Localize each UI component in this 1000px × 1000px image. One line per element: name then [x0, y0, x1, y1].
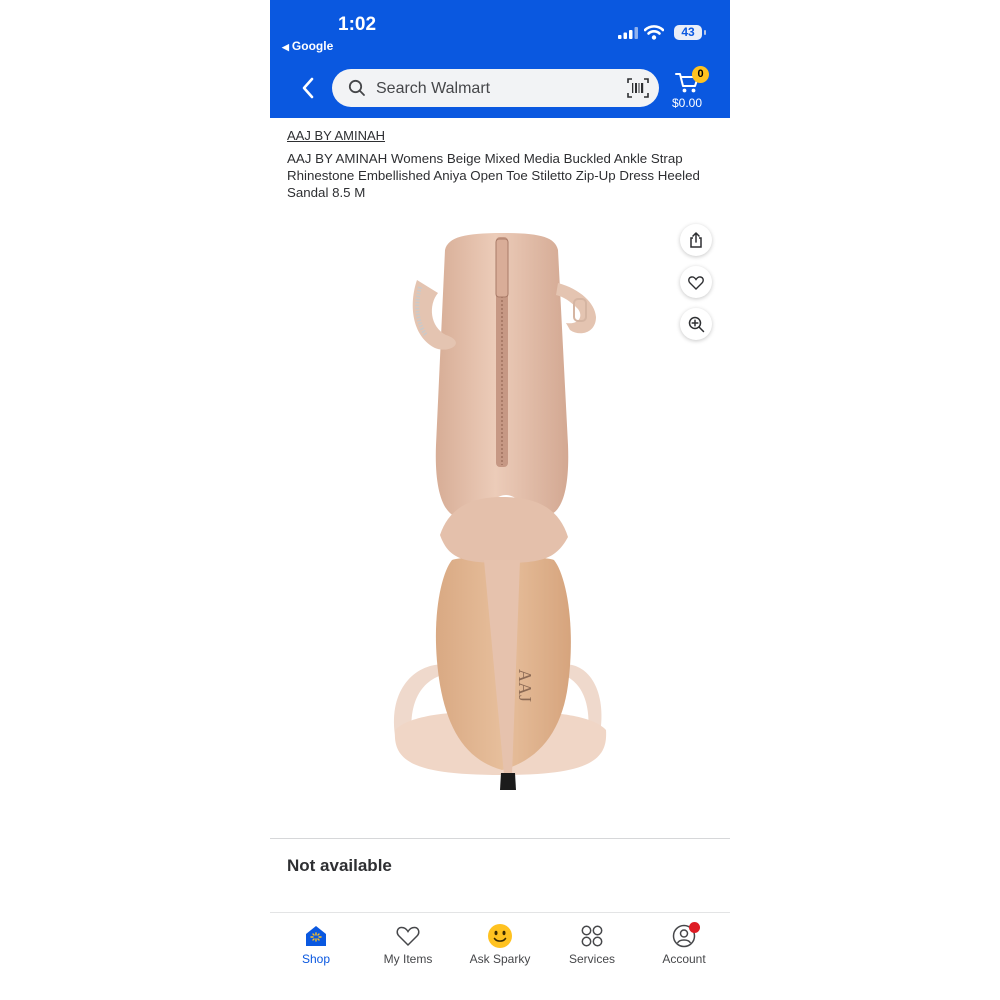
nav-shop[interactable]: Shop [270, 923, 362, 966]
heart-icon [688, 275, 704, 290]
availability-status: Not available [287, 856, 392, 875]
barcode-scan-icon[interactable] [627, 78, 649, 98]
bottom-nav: Shop My Items Ask Sparky Services Accoun… [270, 913, 730, 1000]
status-time: 1:02 [338, 14, 377, 35]
nav-account[interactable]: Account [638, 922, 730, 966]
heart-icon [396, 926, 420, 947]
back-to-app-link[interactable]: ◀ Google [282, 39, 333, 53]
zoom-in-icon [688, 316, 704, 332]
cellular-signal-icon [618, 27, 638, 39]
sparky-icon [488, 924, 512, 948]
product-image-area[interactable]: AAJ [270, 215, 730, 830]
cart-total: $0.00 [672, 96, 703, 110]
product-image: AAJ [394, 233, 607, 790]
shop-icon [306, 926, 326, 946]
battery-indicator: 43 [674, 25, 702, 40]
favorite-button[interactable] [680, 266, 712, 298]
section-divider [270, 838, 730, 839]
brand-link[interactable]: AAJ BY AMINAH [287, 128, 385, 143]
nav-ask-sparky-label: Ask Sparky [469, 952, 531, 966]
cart-count-badge: 0 [692, 66, 709, 83]
nav-my-items[interactable]: My Items [362, 923, 454, 966]
nav-my-items-label: My Items [383, 952, 433, 966]
nav-ask-sparky[interactable]: Ask Sparky [454, 923, 546, 966]
wifi-icon [644, 25, 664, 40]
search-icon [348, 79, 365, 96]
sole-logo: AAJ [515, 669, 535, 702]
zoom-button[interactable] [680, 308, 712, 340]
nav-services-label: Services [568, 952, 615, 966]
search-bar[interactable] [332, 69, 659, 107]
cart-button[interactable]: 0 $0.00 [670, 66, 710, 112]
nav-shop-label: Shop [301, 952, 331, 966]
battery-nub [704, 30, 706, 35]
phone-screen: 1:02 ◀ Google 43 Search Walmart 0 $0.00 … [270, 0, 730, 1000]
back-arrow-icon[interactable] [297, 76, 321, 100]
nav-account-label: Account [662, 952, 706, 966]
nav-services[interactable]: Services [546, 923, 638, 966]
product-title: AAJ BY AMINAH Womens Beige Mixed Media B… [287, 151, 700, 200]
notification-dot [689, 922, 700, 933]
back-triangle-icon: ◀ [282, 42, 289, 52]
back-app-label: Google [291, 39, 334, 53]
search-input[interactable] [374, 75, 613, 103]
share-button[interactable] [680, 224, 712, 256]
services-icon [581, 925, 603, 947]
app-header: 1:02 ◀ Google 43 Search Walmart 0 $0.00 [270, 0, 730, 118]
share-icon [690, 232, 702, 248]
